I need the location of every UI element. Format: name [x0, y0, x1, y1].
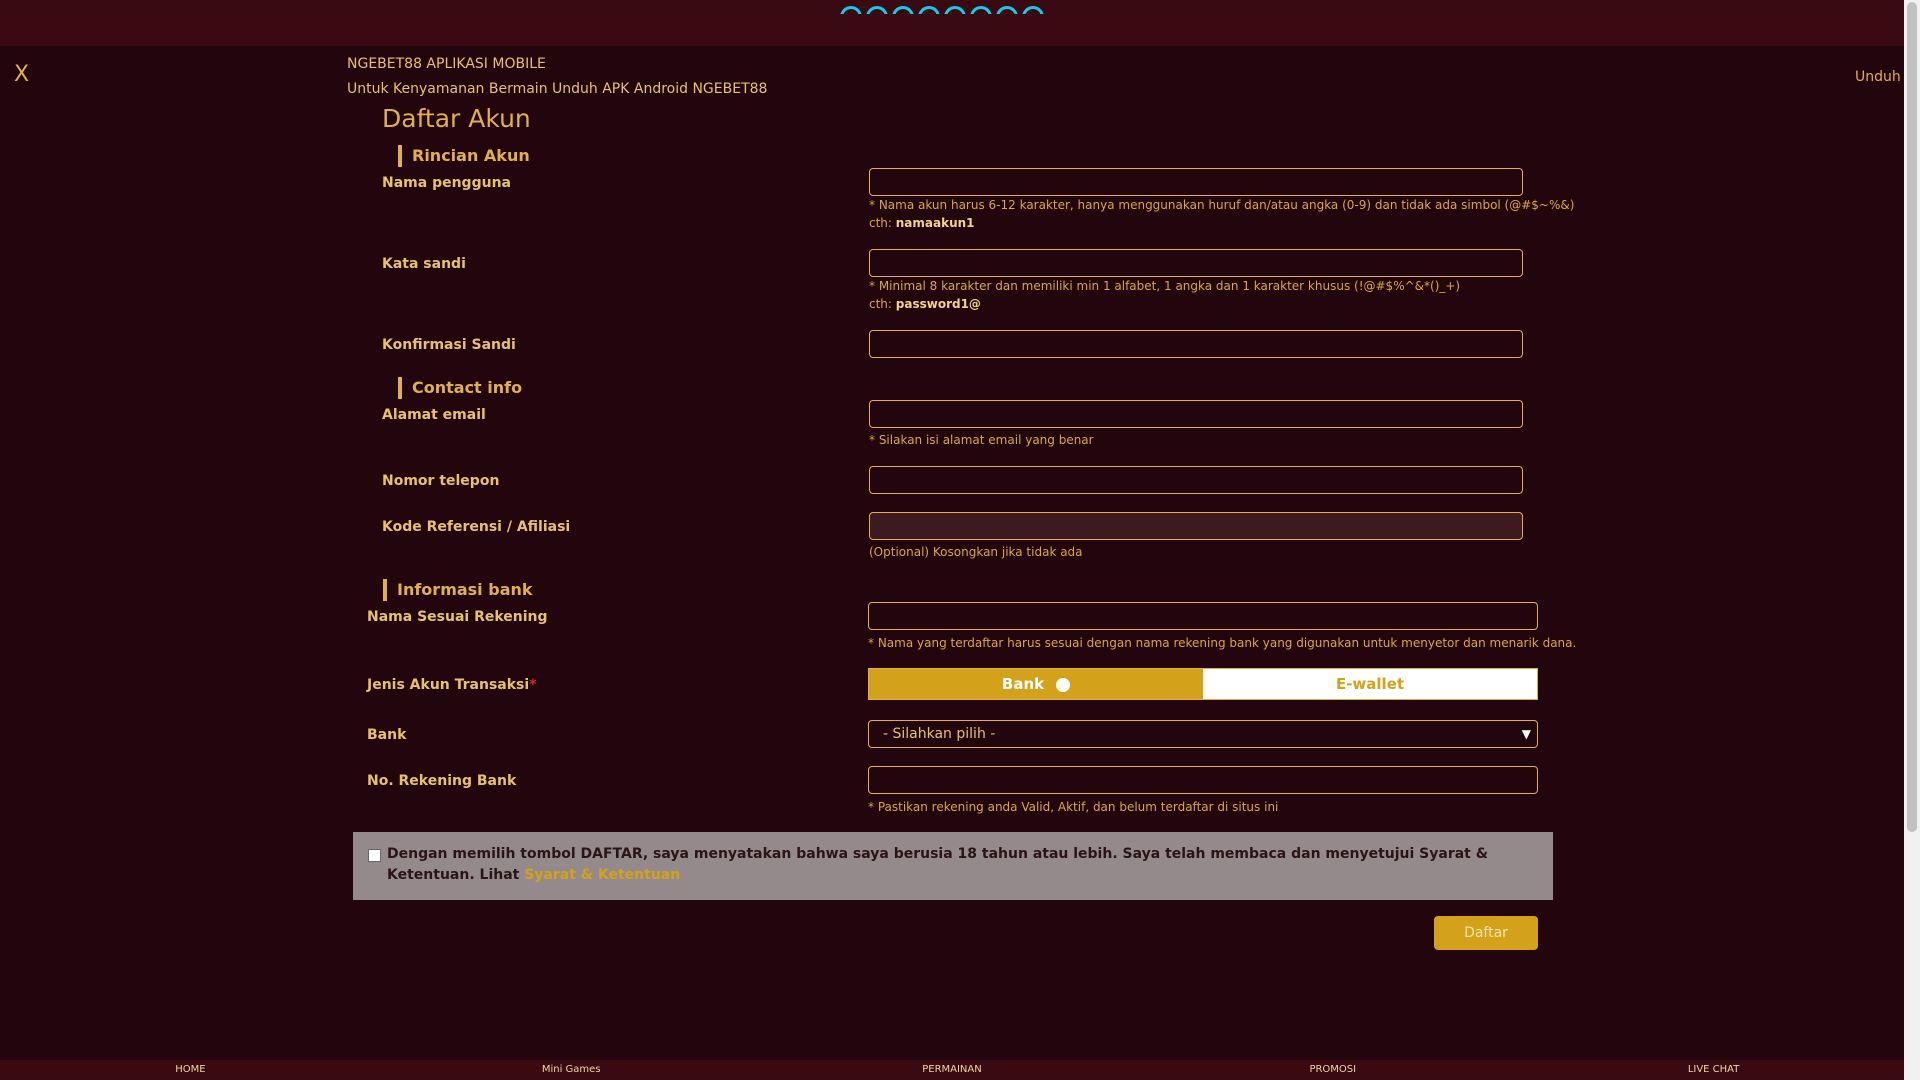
account-name-label: Nama Sesuai Rekening [367, 609, 548, 625]
radio-selected-icon [1056, 678, 1071, 692]
referral-input[interactable] [869, 512, 1523, 540]
account-name-hint: * Nama yang terdaftar harus sesuai denga… [868, 636, 1577, 650]
agreement-text: Dengan memilih tombol DAFTAR, saya menya… [387, 844, 1539, 886]
confirm-password-input[interactable] [869, 330, 1523, 358]
section-title-account: Rincian Akun [398, 145, 530, 167]
transaction-type-label: Jenis Akun Transaksi* [367, 677, 537, 693]
chevron-down-icon: ▼ [1521, 727, 1531, 741]
email-hint: * Silakan isi alamat email yang benar [869, 433, 1094, 447]
referral-hint: (Optional) Kosongkan jika tidak ada [869, 545, 1083, 559]
transaction-type-label-text: Jenis Akun Transaksi [367, 677, 530, 693]
username-hint: * Nama akun harus 6-12 karakter, hanya m… [869, 198, 1575, 212]
transaction-type-ewallet-option[interactable]: E-wallet [1203, 669, 1537, 699]
section-title-bank: Informasi bank [383, 579, 533, 601]
bank-label: Bank [367, 727, 407, 743]
agreement-box: Dengan memilih tombol DAFTAR, saya menya… [353, 832, 1553, 900]
account-number-input[interactable] [868, 766, 1538, 794]
site-logo[interactable] [840, 6, 1062, 14]
phone-input[interactable] [869, 466, 1523, 494]
nav-home[interactable]: HOME [0, 1060, 381, 1080]
scrollbar-thumb[interactable] [1907, 2, 1917, 832]
transaction-type-toggle: Bank E-wallet [868, 668, 1538, 700]
page-title: Daftar Akun [382, 104, 531, 133]
username-example: cth: namaakun1 [869, 216, 975, 230]
nav-promosi[interactable]: PROMOSI [1142, 1060, 1523, 1080]
terms-link[interactable]: Syarat & Ketentuan [524, 867, 680, 883]
email-input[interactable] [869, 400, 1523, 428]
app-banner-subtitle: Untuk Kenyamanan Bermain Unduh APK Andro… [347, 81, 768, 97]
password-hint: * Minimal 8 karakter dan memiliki min 1 … [869, 279, 1461, 293]
password-example-value: password1@ [895, 297, 981, 311]
transaction-type-bank-option[interactable]: Bank [869, 669, 1203, 699]
bank-option-label: Bank [1001, 675, 1045, 693]
referral-label: Kode Referensi / Afiliasi [382, 519, 571, 535]
username-example-prefix: cth: [869, 216, 896, 230]
bank-select-value: - Silahkan pilih - [883, 726, 996, 742]
top-header [0, 0, 1904, 46]
page-scrollbar[interactable] [1904, 0, 1920, 1080]
password-example: cth: password1@ [869, 297, 981, 311]
username-label: Nama pengguna [382, 175, 511, 191]
confirm-password-label: Konfirmasi Sandi [382, 337, 516, 353]
app-banner-title: NGEBET88 APLIKASI MOBILE [347, 56, 546, 72]
section-title-contact: Contact info [398, 377, 522, 399]
account-number-hint: * Pastikan rekening anda Valid, Aktif, d… [868, 800, 1279, 814]
username-input[interactable] [869, 168, 1523, 196]
account-name-input[interactable] [868, 602, 1538, 630]
bank-select[interactable]: - Silahkan pilih - ▼ [868, 720, 1538, 748]
username-example-value: namaakun1 [895, 216, 975, 230]
ewallet-option-label: E-wallet [1335, 675, 1405, 693]
close-banner-button[interactable]: X [14, 62, 29, 87]
password-label: Kata sandi [382, 256, 466, 272]
bottom-nav: HOME Mini Games PERMAINAN PROMOSI LIVE C… [0, 1060, 1904, 1080]
email-label: Alamat email [382, 407, 486, 423]
register-button[interactable]: Daftar [1434, 916, 1538, 950]
required-mark: * [529, 677, 537, 693]
account-number-label: No. Rekening Bank [367, 773, 517, 789]
password-input[interactable] [869, 249, 1523, 277]
agreement-checkbox[interactable] [368, 849, 381, 862]
nav-permainan[interactable]: PERMAINAN [762, 1060, 1143, 1080]
download-app-link[interactable]: Unduh [1855, 69, 1901, 85]
nav-live-chat[interactable]: LIVE CHAT [1523, 1060, 1904, 1080]
password-example-prefix: cth: [869, 297, 896, 311]
nav-mini-games[interactable]: Mini Games [381, 1060, 762, 1080]
phone-label: Nomor telepon [382, 473, 500, 489]
